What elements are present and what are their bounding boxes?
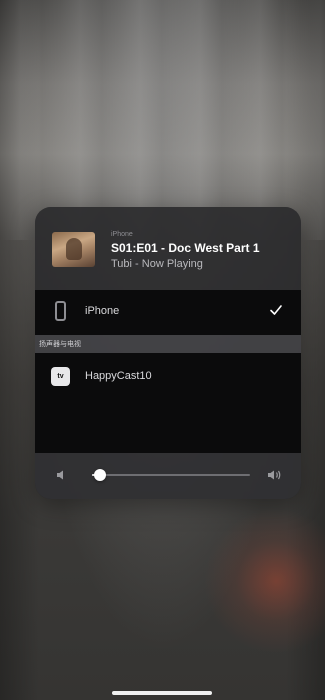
section-header-speakers-tvs: 扬声器与电视 xyxy=(35,335,301,353)
home-indicator[interactable] xyxy=(112,691,212,695)
iphone-icon xyxy=(55,301,66,321)
device-row-happycast[interactable]: tv HappyCast10 xyxy=(35,353,301,453)
artwork-image xyxy=(52,232,95,267)
device-label-happycast: HappyCast10 xyxy=(85,370,152,382)
checkmark-icon xyxy=(270,305,282,315)
device-label-iphone: iPhone xyxy=(85,305,120,317)
section-header-label: 扬声器与电视 xyxy=(39,341,81,348)
now-playing-header[interactable]: iPhone S01:E01 - Doc West Part 1 Tubi - … xyxy=(35,207,301,290)
apple-tv-icon: tv xyxy=(51,367,70,386)
volume-low-icon xyxy=(57,470,63,480)
volume-slider-thumb[interactable] xyxy=(93,469,106,481)
track-subtitle: Tubi - Now Playing xyxy=(111,258,203,270)
background-texture xyxy=(0,0,325,240)
device-row-iphone[interactable]: iPhone xyxy=(35,290,301,335)
volume-control xyxy=(35,453,301,499)
track-title: S01:E01 - Doc West Part 1 xyxy=(111,241,260,255)
source-device-label: iPhone xyxy=(111,231,133,238)
volume-high-icon xyxy=(268,470,281,480)
volume-slider-track[interactable] xyxy=(92,474,250,476)
airplay-panel: iPhone S01:E01 - Doc West Part 1 Tubi - … xyxy=(35,207,301,499)
